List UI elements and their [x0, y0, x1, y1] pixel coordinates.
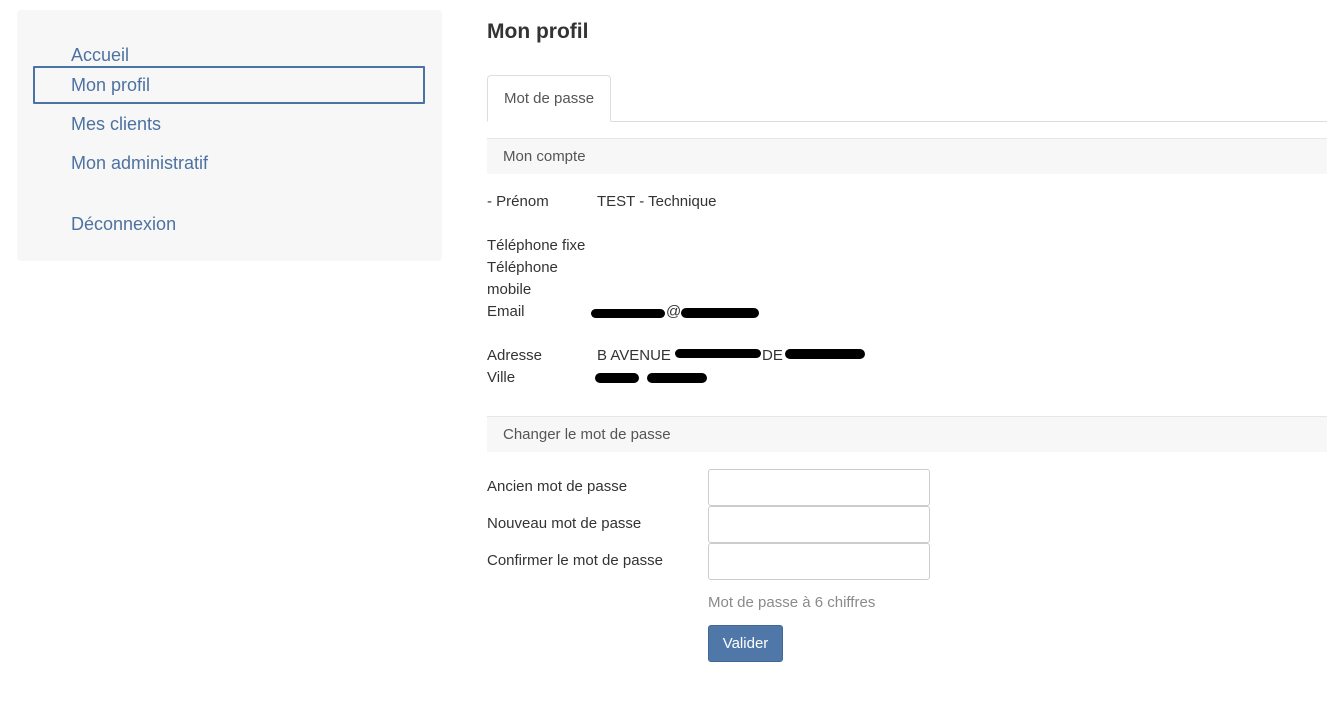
new-password-input[interactable] — [708, 506, 930, 543]
redaction-mark — [785, 349, 865, 359]
sidebar-item-mes-clients[interactable]: Mes clients — [33, 105, 425, 143]
password-hint: Mot de passe à 6 chiffres — [708, 594, 876, 611]
field-label: mobile — [487, 281, 532, 298]
page-title: Mon profil — [487, 20, 589, 43]
field-label: - Prénom — [487, 193, 549, 210]
old-password-input[interactable] — [708, 469, 930, 506]
tab-bar: Mot de passe — [487, 75, 1327, 122]
field-label: Email — [487, 303, 525, 320]
tab-mot-de-passe[interactable]: Mot de passe — [487, 75, 612, 122]
old-password-label: Ancien mot de passe — [487, 478, 628, 495]
new-password-row: Nouveau mot de passe — [487, 506, 937, 543]
main-content: Mon profil Mot de passe Mon compte - Pré… — [487, 0, 1327, 728]
field-value: TEST - Technique — [597, 193, 717, 210]
field-label: Téléphone fixe — [487, 237, 586, 254]
sidebar: Accueil Mon profil Mes clients Mon admin… — [17, 10, 442, 261]
submit-button[interactable]: Valider — [708, 625, 783, 662]
redaction-mark — [675, 349, 761, 358]
redaction-mark — [591, 309, 665, 318]
field-label: Adresse — [487, 347, 543, 364]
section-header-changer-mot-de-passe: Changer le mot de passe — [487, 416, 1327, 452]
field-label: Téléphone — [487, 259, 558, 276]
field-value: @ — [666, 303, 682, 320]
confirm-password-input[interactable] — [708, 543, 930, 580]
field-value-extra: DE — [762, 347, 783, 364]
new-password-label: Nouveau mot de passe — [487, 515, 642, 532]
section-header-mon-compte: Mon compte — [487, 138, 1327, 174]
sidebar-item-mon-administratif[interactable]: Mon administratif — [33, 144, 425, 182]
confirm-password-row: Confirmer le mot de passe — [487, 543, 937, 580]
old-password-row: Ancien mot de passe — [487, 469, 937, 506]
confirm-password-label: Confirmer le mot de passe — [487, 552, 663, 569]
redaction-mark — [647, 373, 707, 383]
field-email: Email @ — [487, 301, 887, 323]
field-label: Ville — [487, 369, 516, 386]
field-value: B AVENUE — [597, 347, 671, 364]
sidebar-item-deconnexion[interactable]: Déconnexion — [33, 205, 425, 243]
redaction-mark — [681, 308, 759, 318]
redaction-mark — [595, 373, 639, 383]
field-ville: Ville — [487, 367, 887, 389]
field-adresse: Adresse B AVENUE DE — [487, 345, 907, 367]
sidebar-item-mon-profil[interactable]: Mon profil — [33, 66, 425, 104]
